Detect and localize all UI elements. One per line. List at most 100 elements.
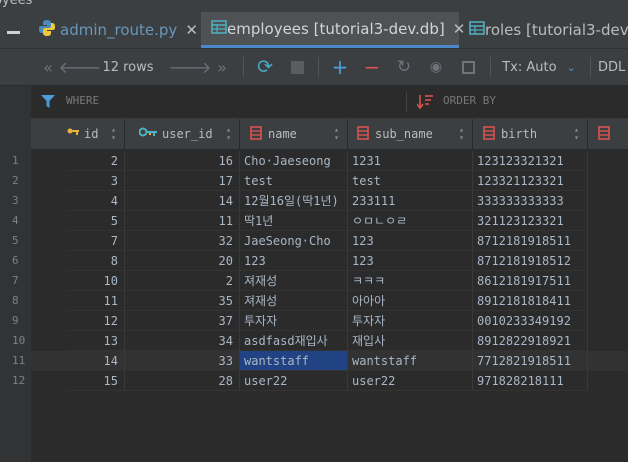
cell-id[interactable]: 7 — [67, 231, 125, 251]
sort-toggle-icon[interactable]: ▴ ▾ — [574, 126, 579, 142]
cell-id[interactable]: 11 — [67, 291, 125, 311]
column-header-user-id[interactable]: user_id ▴ ▾ — [125, 119, 240, 149]
table-row[interactable]: 9 12 37 투자자 투자자 0010233349192 — [0, 311, 628, 331]
ddl-button[interactable]: DDL — [598, 49, 628, 85]
sort-toggle-icon[interactable]: ▴ ▾ — [459, 126, 464, 142]
submit-save-icon[interactable] — [456, 49, 480, 85]
table-row[interactable]: 7 10 2 져재성 ㅋㅋㅋ 8612181917511 — [0, 271, 628, 291]
cell-user-id[interactable]: 37 — [125, 311, 240, 331]
order-by-input[interactable]: ORDER BY — [443, 94, 496, 107]
cell-name-selected[interactable]: wantstaff — [240, 351, 348, 371]
cell-user-id[interactable]: 32 — [125, 231, 240, 251]
cell-name[interactable]: 12월16일(딱1년) — [240, 191, 348, 211]
last-page-icon[interactable]: » — [210, 49, 234, 85]
cell-name[interactable]: 투자자 — [240, 311, 348, 331]
table-row[interactable]: 1 2 16 Cho·Jaeseong 1231 123123321321 — [0, 151, 628, 171]
cell-sub-name[interactable]: 재입사 — [348, 331, 473, 351]
cell-birth[interactable]: 971828218111 — [473, 371, 588, 391]
tab-roles[interactable]: roles [tutorial3-dev. — [462, 12, 628, 48]
preview-eye-icon[interactable]: ◉ — [424, 49, 448, 85]
cell-sub-name[interactable]: ㅇㅁㄴㅇㄹ — [348, 211, 473, 231]
delete-row-icon[interactable]: − — [360, 49, 384, 85]
cell-name[interactable]: 져재성 — [240, 271, 348, 291]
column-header-sub-name[interactable]: sub_name ▴ ▾ — [348, 119, 473, 149]
table-row[interactable]: 5 7 32 JaeSeong·Cho 123 8712181918511 — [0, 231, 628, 251]
table-row[interactable]: 6 8 20 123 123 8712181918512 — [0, 251, 628, 271]
cell-birth[interactable]: 123123321321 — [473, 151, 588, 171]
cell-name[interactable]: 져재성 — [240, 291, 348, 311]
cell-sub-name[interactable]: ㅋㅋㅋ — [348, 271, 473, 291]
cell-sub-name[interactable]: test — [348, 171, 473, 191]
add-row-icon[interactable]: + — [328, 49, 352, 85]
cell-id[interactable]: 4 — [67, 191, 125, 211]
table-row[interactable]: 8 11 35 져재성 아아아 8912181818411 — [0, 291, 628, 311]
refresh-icon[interactable]: ⟳ — [253, 49, 277, 85]
cell-id[interactable]: 5 — [67, 211, 125, 231]
cell-birth[interactable]: 0010233349192 — [473, 311, 588, 331]
cell-name[interactable]: JaeSeong·Cho — [240, 231, 348, 251]
cell-sub-name[interactable]: 아아아 — [348, 291, 473, 311]
tab-menu-icon[interactable] — [7, 31, 20, 34]
cell-birth[interactable]: 8912822918921 — [473, 331, 588, 351]
column-header-overflow[interactable] — [588, 119, 628, 149]
cell-user-id[interactable]: 33 — [125, 351, 240, 371]
cell-birth[interactable]: 7712821918511 — [473, 351, 588, 371]
cell-sub-name[interactable]: user22 — [348, 371, 473, 391]
cell-id[interactable]: 14 — [67, 351, 125, 371]
cell-birth[interactable]: 8712181918512 — [473, 251, 588, 271]
table-row[interactable]: 3 4 14 12월16일(딱1년) 233111 333333333333 — [0, 191, 628, 211]
cell-id[interactable]: 15 — [67, 371, 125, 391]
sort-toggle-icon[interactable]: ▴ ▾ — [111, 126, 116, 142]
cell-user-id[interactable]: 28 — [125, 371, 240, 391]
tab-admin-route[interactable]: admin_route.py ✕ — [38, 12, 198, 48]
cell-name[interactable]: 딱1년 — [240, 211, 348, 231]
cell-id[interactable]: 10 — [67, 271, 125, 291]
cell-sub-name[interactable]: wantstaff — [348, 351, 473, 371]
cell-user-id[interactable]: 17 — [125, 171, 240, 191]
column-header-id[interactable]: id ▴ ▾ — [67, 119, 125, 149]
cell-name[interactable]: user22 — [240, 371, 348, 391]
table-row-current[interactable]: 11 14 33 wantstaff wantstaff 77128219185… — [0, 351, 628, 371]
cell-user-id[interactable]: 11 — [125, 211, 240, 231]
previous-page-icon[interactable]: 🡐 — [59, 49, 102, 85]
cell-sub-name[interactable]: 233111 — [348, 191, 473, 211]
stop-icon[interactable] — [285, 49, 309, 85]
table-row[interactable]: 12 15 28 user22 user22 971828218111 — [0, 371, 628, 391]
cell-id[interactable]: 2 — [67, 151, 125, 171]
cell-user-id[interactable]: 14 — [125, 191, 240, 211]
tab-employees[interactable]: employees [tutorial3-dev.db] ✕ — [201, 12, 465, 48]
revert-icon[interactable]: ↻ — [392, 49, 416, 85]
cell-birth[interactable]: 123321123321 — [473, 171, 588, 191]
cell-name[interactable]: Cho·Jaeseong — [240, 151, 348, 171]
first-page-icon[interactable]: « — [38, 49, 58, 85]
close-icon[interactable]: ✕ — [185, 21, 198, 39]
cell-user-id[interactable]: 35 — [125, 291, 240, 311]
cell-id[interactable]: 12 — [67, 311, 125, 331]
cell-birth[interactable]: 321123123321 — [473, 211, 588, 231]
cell-sub-name[interactable]: 투자자 — [348, 311, 473, 331]
column-header-birth[interactable]: birth ▴ ▾ — [473, 119, 588, 149]
cell-sub-name[interactable]: 123 — [348, 231, 473, 251]
cell-birth[interactable]: 8912181818411 — [473, 291, 588, 311]
sort-toggle-icon[interactable]: ▴ ▾ — [334, 126, 339, 142]
column-header-name[interactable]: name ▴ ▾ — [240, 119, 348, 149]
cell-birth[interactable]: 8712181918511 — [473, 231, 588, 251]
cell-sub-name[interactable]: 123 — [348, 251, 473, 271]
cell-user-id[interactable]: 20 — [125, 251, 240, 271]
cell-user-id[interactable]: 2 — [125, 271, 240, 291]
cell-id[interactable]: 8 — [67, 251, 125, 271]
transaction-mode-dropdown[interactable]: Tx: Auto ⌄ — [500, 49, 578, 85]
next-page-icon[interactable]: 🡒 — [169, 49, 212, 85]
cell-user-id[interactable]: 16 — [125, 151, 240, 171]
table-row[interactable]: 10 13 34 asdfasd재입사 재입사 8912822918921 — [0, 331, 628, 351]
cell-name[interactable]: asdfasd재입사 — [240, 331, 348, 351]
cell-name[interactable]: 123 — [240, 251, 348, 271]
cell-birth[interactable]: 8612181917511 — [473, 271, 588, 291]
sort-toggle-icon[interactable]: ▴ ▾ — [226, 126, 231, 142]
cell-user-id[interactable]: 34 — [125, 331, 240, 351]
table-row[interactable]: 4 5 11 딱1년 ㅇㅁㄴㅇㄹ 321123123321 — [0, 211, 628, 231]
rows-count-selector[interactable]: 12 rows — [98, 49, 158, 85]
cell-sub-name[interactable]: 1231 — [348, 151, 473, 171]
cell-birth[interactable]: 333333333333 — [473, 191, 588, 211]
where-filter-input[interactable]: WHERE — [66, 94, 99, 107]
